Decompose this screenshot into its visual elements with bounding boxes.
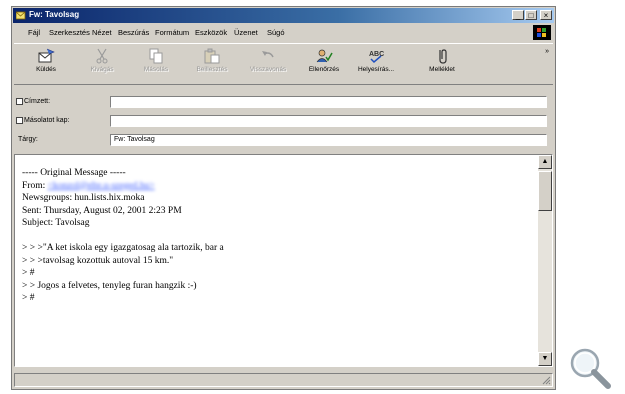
paste-label: Beillesztés	[196, 66, 228, 73]
separator-line: ----- Original Message -----	[22, 168, 126, 178]
undo-button[interactable]: Visszavonás	[246, 46, 290, 80]
scroll-down-button[interactable]: ▼	[538, 352, 552, 366]
minimize-button[interactable]: _	[512, 10, 524, 20]
paste-icon	[204, 48, 220, 64]
subject-label: Tárgy:	[18, 136, 38, 143]
check-names-label: Ellenőrzés	[308, 66, 340, 73]
svg-text:ABC: ABC	[369, 51, 384, 58]
subject-line: Subject: Tavolsag	[22, 218, 90, 228]
attach-button[interactable]: Melléklet	[420, 46, 464, 80]
from-line: From: <konzol@elte.u-szeged.hu>	[22, 180, 532, 193]
from-address-link[interactable]: <konzol@elte.u-szeged.hu>	[48, 181, 155, 191]
quote-line: > > Jogos a felvetes, tenyleg furan hang…	[22, 280, 197, 291]
spelling-label: Helyesírás...	[357, 66, 395, 73]
paste-button[interactable]: Beillesztés	[190, 46, 234, 80]
scroll-up-button[interactable]: ▲	[538, 155, 552, 169]
toolbar-chevron-icon[interactable]: »	[545, 48, 549, 55]
check-names-icon	[316, 49, 333, 63]
menu-message[interactable]: Üzenet	[234, 28, 258, 37]
vertical-scrollbar[interactable]: ▲ ▼	[538, 155, 552, 366]
send-button[interactable]: Küldés	[24, 46, 68, 80]
menu-bar: Fájl Szerkesztés Nézet Beszúrás Formátum…	[14, 25, 553, 41]
quote-line: > > >"A ket iskola egy igazgatosag ala t…	[22, 243, 224, 253]
windows-logo-icon	[533, 25, 551, 40]
message-text: ----- Original Message ----- From: <konzo…	[22, 167, 532, 305]
title-bar[interactable]: Fw: Tavolsag _ □ ×	[13, 8, 554, 23]
menu-tools[interactable]: Eszközök	[195, 28, 227, 37]
check-names-button[interactable]: Ellenőrzés	[302, 46, 346, 80]
cc-label: Másolatot kap:	[24, 117, 70, 124]
menu-help[interactable]: Súgó	[267, 28, 285, 37]
cc-field[interactable]	[110, 115, 547, 127]
toolbar: Küldés Kivágás Másolás Beillesztés Vissz…	[14, 43, 553, 85]
menu-view[interactable]: Nézet	[92, 28, 112, 37]
copy-button[interactable]: Másolás	[134, 46, 178, 80]
cut-icon	[96, 48, 108, 64]
to-label: Címzett:	[24, 98, 51, 105]
from-label: From:	[22, 180, 48, 191]
scroll-thumb[interactable]	[538, 171, 552, 211]
quote-line: > #	[22, 268, 35, 278]
quote-line: > #	[22, 293, 35, 303]
close-button[interactable]: ×	[540, 10, 552, 20]
paperclip-icon	[439, 49, 447, 64]
newsgroups-line: Newsgroups: hun.lists.hix.moka	[22, 193, 145, 203]
window-title: Fw: Tavolsag	[29, 10, 80, 19]
status-bar	[14, 373, 553, 387]
menu-edit[interactable]: Szerkesztés	[49, 28, 90, 37]
subject-row: Tárgy: Fw: Tavolsag	[14, 133, 553, 148]
sent-line: Sent: Thursday, August 02, 2001 2:23 PM	[22, 205, 182, 216]
address-book-icon[interactable]	[16, 117, 23, 124]
address-book-icon[interactable]	[16, 98, 23, 105]
cut-label: Kivágás	[90, 66, 114, 73]
to-field[interactable]	[110, 96, 547, 108]
menu-insert[interactable]: Beszúrás	[118, 28, 149, 37]
quote-line: > > >tavolsag kozottuk autoval 15 km."	[22, 255, 174, 266]
to-row: Címzett:	[14, 95, 553, 110]
cc-row: Másolatot kap:	[14, 114, 553, 129]
copy-label: Másolás	[143, 66, 169, 73]
resize-grip-icon[interactable]	[541, 375, 551, 385]
undo-label: Visszavonás	[249, 66, 287, 73]
envelope-icon	[16, 11, 26, 20]
menu-format[interactable]: Formátum	[155, 28, 189, 37]
maximize-button[interactable]: □	[525, 10, 537, 20]
attach-label: Melléklet	[429, 66, 455, 73]
spelling-button[interactable]: ABC Helyesírás...	[354, 46, 398, 80]
send-icon	[38, 48, 55, 63]
cut-button[interactable]: Kivágás	[80, 46, 124, 80]
subject-field[interactable]: Fw: Tavolsag	[110, 134, 547, 146]
send-label: Küldés	[36, 66, 56, 73]
spelling-icon: ABC	[369, 51, 384, 64]
menu-file[interactable]: Fájl	[28, 28, 40, 37]
undo-icon	[262, 51, 274, 58]
copy-icon	[149, 48, 163, 64]
message-body[interactable]: ----- Original Message ----- From: <konzo…	[14, 154, 553, 367]
compose-window: Fw: Tavolsag _ □ × Fájl Szerkesztés Néze…	[11, 6, 556, 390]
magnifier-icon[interactable]	[566, 344, 614, 392]
